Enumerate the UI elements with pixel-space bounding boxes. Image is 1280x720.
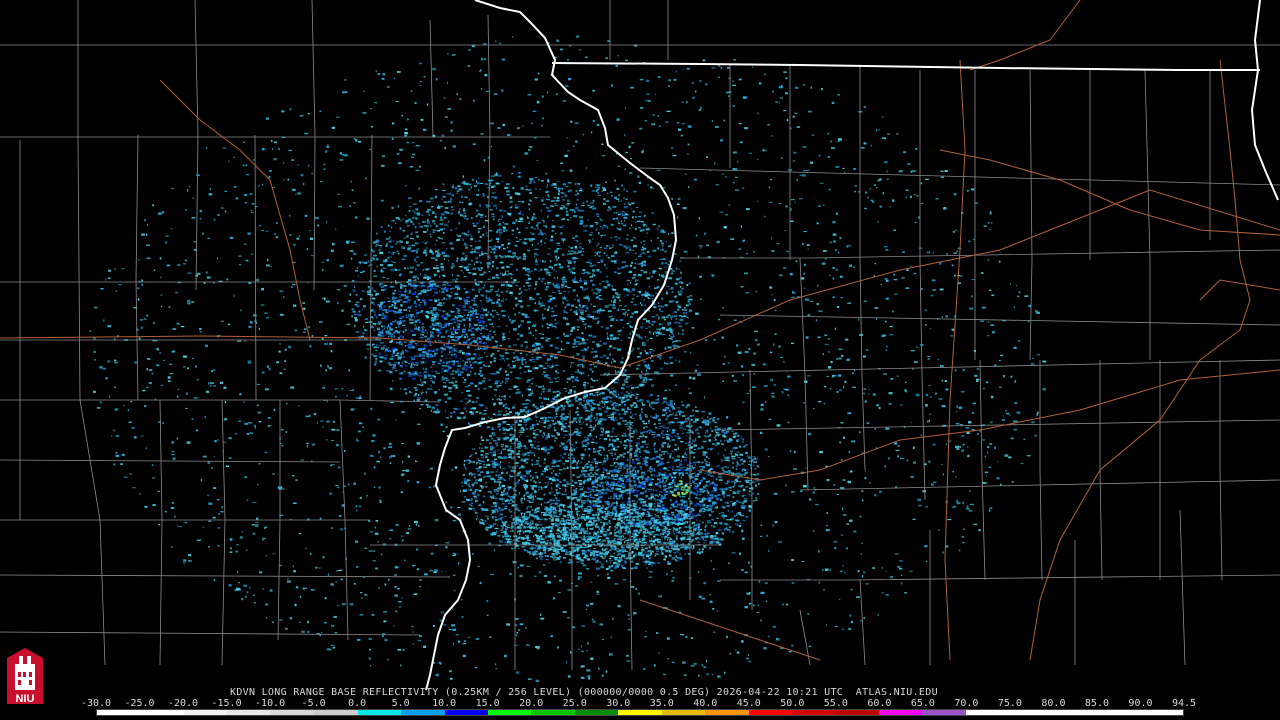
colorbar-segment [357,710,402,715]
colorbar-tick-label: 20.0 [519,698,544,709]
colorbar-tick-label: -20.0 [167,698,199,709]
colorbar-segment [227,710,271,715]
colorbar-segment [574,710,619,715]
colorbar-tick-label: 40.0 [693,698,718,709]
colorbar-tick-label: 80.0 [1041,698,1066,709]
colorbar-tick-label: 75.0 [997,698,1022,709]
colorbar-segment [965,710,1010,715]
colorbar-tick-label: 35.0 [649,698,674,709]
colorbar-segment [1096,710,1140,715]
niu-logo: NIU [7,648,43,705]
radar-site-marker [561,359,571,369]
colorbar-segment [661,710,706,715]
colorbar-segment [1139,710,1183,715]
colorbar-segment [1052,710,1097,715]
colorbar-segment [748,710,792,715]
colorbar-tick-label: 94.5 [1171,698,1197,709]
colorbar-tick-label: 5.0 [391,698,410,709]
colorbar-tick-label: 50.0 [780,698,805,709]
colorbar-segment [444,710,488,715]
colorbar-segment [270,710,315,715]
radar-map [0,0,1280,720]
colorbar-tick-label: -15.0 [211,698,242,709]
colorbar-tick-label: 85.0 [1084,698,1109,709]
colorbar-tick-label: -25.0 [124,698,155,709]
colorbar-tick-label: -5.0 [301,698,326,709]
reflectivity-colorbar [96,709,1184,716]
colorbar-tick-label: 55.0 [823,698,848,709]
colorbar-tick-label: 10.0 [432,698,457,709]
colorbar-tick-label: 25.0 [562,698,587,709]
colorbar-tick-label: 90.0 [1128,698,1153,709]
radar-map-view [0,0,1280,720]
colorbar-segment [487,710,532,715]
colorbar-segment [1009,710,1053,715]
colorbar-segment [878,710,923,715]
colorbar-tick-label: -10.0 [255,698,286,709]
colorbar-segment [401,710,445,715]
colorbar-segment [705,710,749,715]
colorbar-tick-label: 30.0 [606,698,631,709]
colorbar-segment [97,710,141,715]
colorbar-tick-label: 0.0 [348,698,367,709]
colorbar-segment [314,710,358,715]
colorbar-tick-label: 15.0 [475,698,500,709]
colorbar-segment [922,710,966,715]
colorbar-segment [835,710,879,715]
colorbar-segment [140,710,184,715]
colorbar-segment [183,710,228,715]
colorbar-tick-label: 65.0 [910,698,935,709]
colorbar-tick-label: 70.0 [954,698,979,709]
colorbar-tick-label: 60.0 [867,698,892,709]
colorbar-tick-label: -30.0 [80,698,112,709]
colorbar-segment [531,710,575,715]
colorbar-tick-label: 45.0 [736,698,761,709]
colorbar-tick-labels: -30.0 -25.0 -20.0 -15.0 -10.0 -5.0 0.0 5.0 10.0 1… [81,698,1197,709]
colorbar-segment [618,710,662,715]
colorbar-segment [792,710,836,715]
